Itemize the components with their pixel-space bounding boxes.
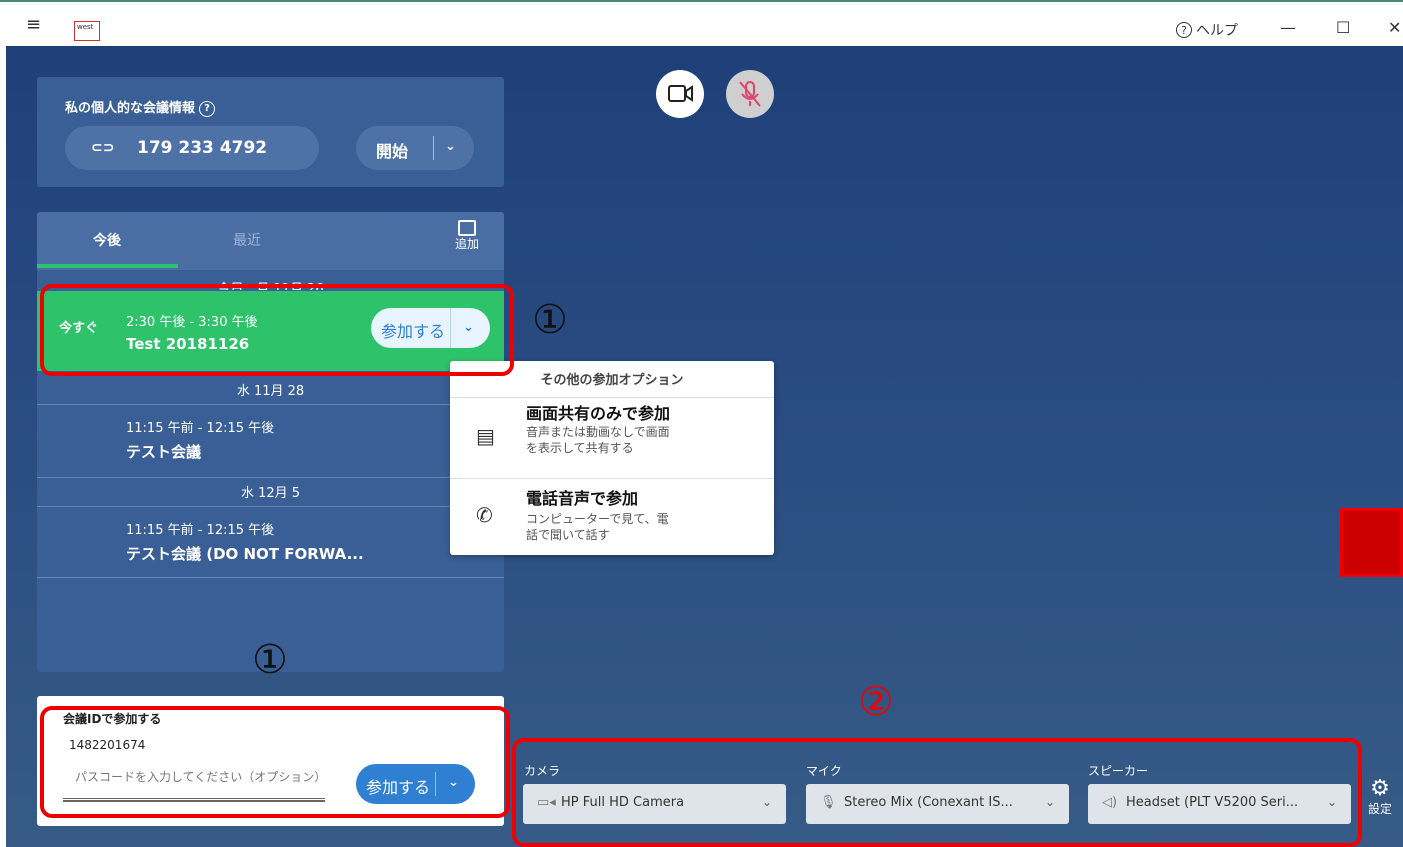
screen-share-icon: ▤ bbox=[476, 424, 495, 448]
info-icon[interactable]: ? bbox=[199, 100, 216, 117]
personal-meeting-number: 179 233 4792 bbox=[137, 138, 268, 158]
annotation-marker-1: ① bbox=[252, 637, 288, 683]
annotation-marker-1: ① bbox=[532, 297, 568, 343]
join-screen-share-option[interactable]: ▤ 画面共有のみで参加 音声または動画なしで画面を表示して共有する bbox=[450, 398, 774, 478]
option-title: 画面共有のみで参加 bbox=[526, 404, 671, 423]
meeting-title: テスト会議 bbox=[126, 443, 202, 461]
meeting-link-pill[interactable]: ⊂⊃ 179 233 4792 bbox=[65, 126, 319, 170]
meeting-row[interactable]: 11:15 午前 - 12:15 午後 テスト会議 (DO NOT FORWA.… bbox=[37, 507, 504, 577]
active-tab-indicator bbox=[37, 264, 178, 268]
annotation-box-join-by-id bbox=[40, 706, 510, 818]
join-phone-audio-option[interactable]: ✆ 電話音声で参加 コンピューターで見て、電話で聞いて話す bbox=[450, 479, 774, 553]
option-description: コンピューターで見て、電話で聞いて話す bbox=[526, 512, 669, 542]
video-toggle-button[interactable] bbox=[656, 70, 704, 118]
help-button[interactable]: ? ヘルプ bbox=[1176, 20, 1238, 40]
add-meeting-button[interactable]: 追加 bbox=[455, 220, 479, 250]
tab-recent[interactable]: 最近 bbox=[233, 230, 261, 250]
meeting-time: 11:15 午前 - 12:15 午後 bbox=[126, 421, 275, 436]
meeting-row[interactable]: 11:15 午前 - 12:15 午後 テスト会議 bbox=[37, 405, 504, 475]
help-icon: ? bbox=[1176, 22, 1192, 38]
mic-muted-icon bbox=[739, 81, 761, 107]
tab-upcoming[interactable]: 今後 bbox=[93, 230, 121, 250]
chevron-down-icon[interactable]: ⌄ bbox=[445, 139, 456, 154]
personal-room-title-text: 私の個人的な会議情報 bbox=[65, 101, 196, 116]
start-button[interactable]: 開始 ⌄ bbox=[356, 126, 474, 170]
title-bar: ≡ west ? ヘルプ — ☐ ✕ bbox=[0, 0, 1403, 46]
start-label: 開始 bbox=[376, 142, 409, 161]
annotation-marker-2: ② bbox=[858, 679, 894, 725]
phone-icon: ✆ bbox=[476, 503, 493, 527]
annotation-box-devices bbox=[512, 738, 1362, 847]
gear-icon: ⚙ bbox=[1370, 776, 1390, 801]
calendar-add-icon bbox=[458, 220, 476, 236]
video-camera-icon bbox=[668, 85, 693, 102]
option-title: 電話音声で参加 bbox=[526, 489, 639, 508]
link-icon: ⊂⊃ bbox=[91, 140, 115, 156]
meeting-time: 11:15 午前 - 12:15 午後 bbox=[126, 523, 275, 538]
close-button[interactable]: ✕ bbox=[1388, 18, 1401, 37]
meetings-panel: 今後 最近 追加 今日、月 11月 26 今すぐ 2:30 午後 - 3:30 … bbox=[37, 212, 504, 672]
start-divider bbox=[433, 136, 434, 160]
settings-button[interactable]: ⚙ 設定 bbox=[1368, 778, 1392, 817]
hamburger-menu-icon[interactable]: ≡ bbox=[26, 16, 41, 34]
day-header-dec5: 水 12月 5 bbox=[240, 486, 301, 501]
app-logo: west bbox=[74, 21, 100, 41]
meeting-title: テスト会議 (DO NOT FORWA... bbox=[126, 545, 364, 563]
divider bbox=[37, 577, 504, 578]
annotation-red-square bbox=[1340, 508, 1403, 577]
annotation-box-join-now bbox=[40, 284, 514, 376]
mute-toggle-button[interactable] bbox=[726, 70, 774, 118]
app-logo-text: west bbox=[77, 23, 94, 31]
settings-label: 設定 bbox=[1368, 802, 1393, 816]
personal-room-panel: 私の個人的な会議情報? ⊂⊃ 179 233 4792 開始 ⌄ bbox=[37, 77, 504, 187]
add-label: 追加 bbox=[455, 237, 480, 251]
minimize-button[interactable]: — bbox=[1280, 18, 1296, 37]
join-options-dropdown: その他の参加オプション ▤ 画面共有のみで参加 音声または動画なしで画面を表示し… bbox=[450, 361, 774, 555]
personal-room-title: 私の個人的な会議情報? bbox=[65, 97, 216, 117]
help-label: ヘルプ bbox=[1196, 23, 1238, 39]
option-description: 音声または動画なしで画面を表示して共有する bbox=[526, 425, 670, 455]
maximize-button[interactable]: ☐ bbox=[1336, 18, 1350, 37]
day-header-nov28: 水 11月 28 bbox=[236, 384, 305, 399]
divider bbox=[37, 477, 504, 478]
